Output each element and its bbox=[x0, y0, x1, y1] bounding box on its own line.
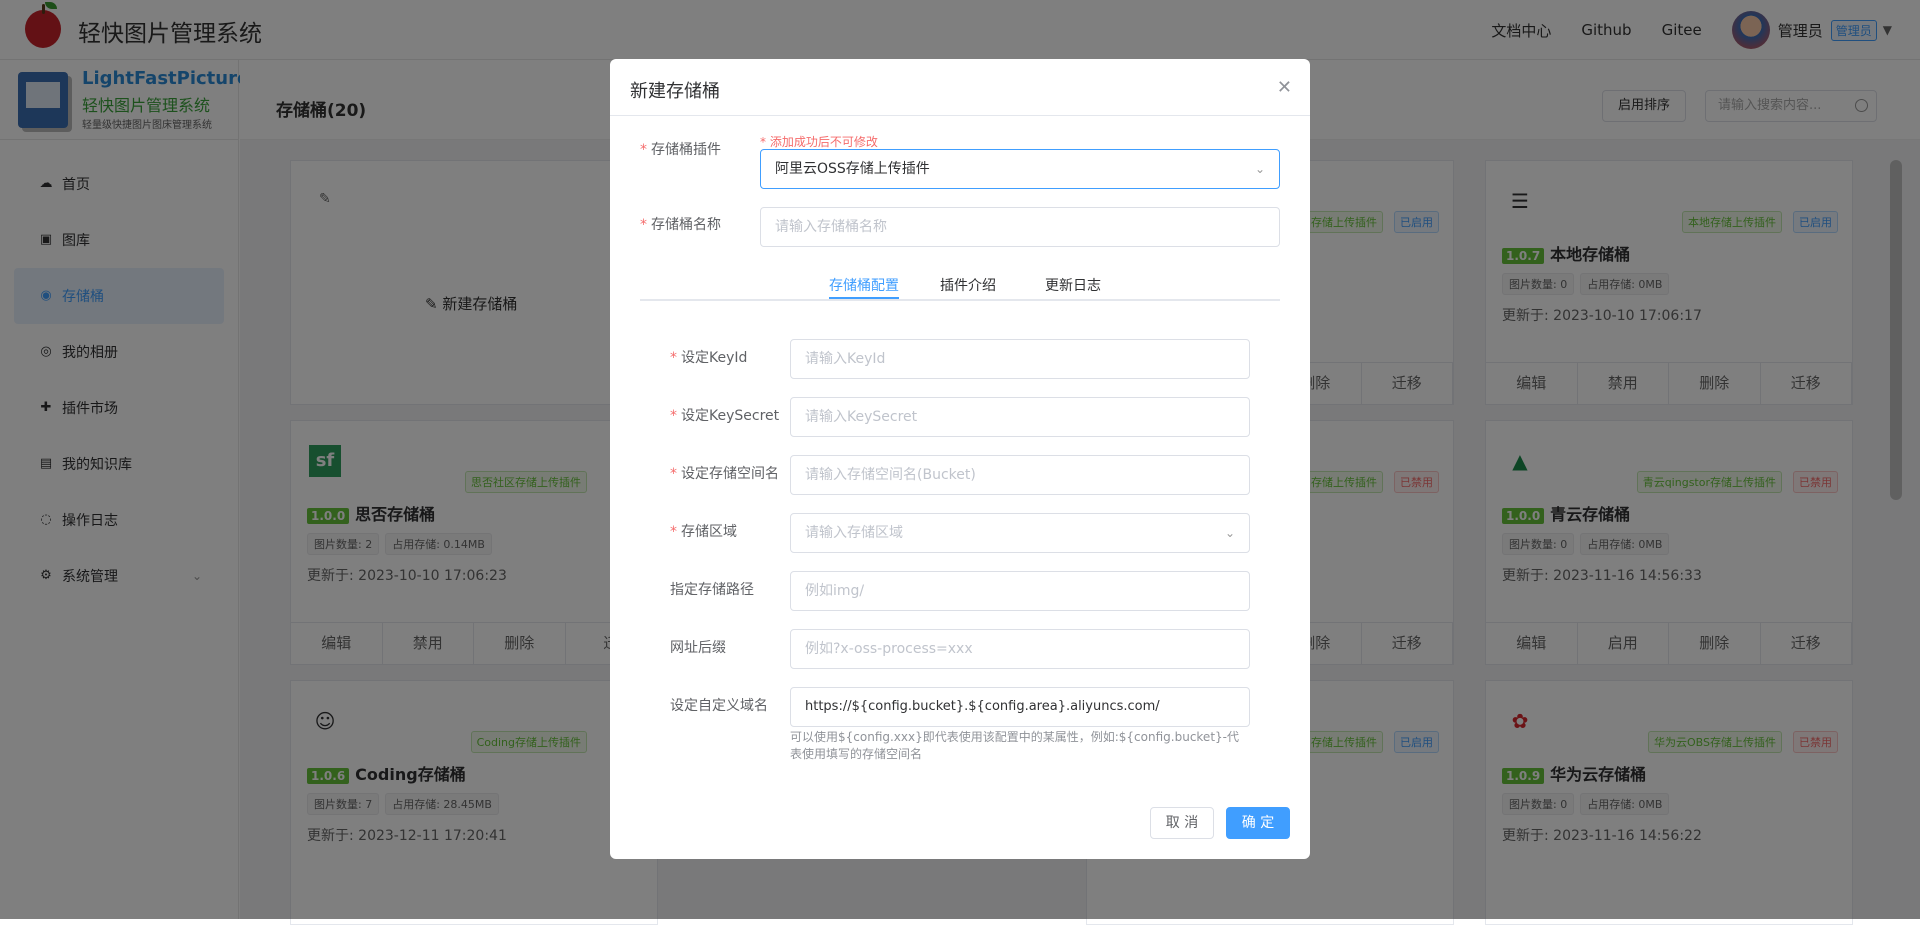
tab-changelog[interactable]: 更新日志 bbox=[1045, 275, 1101, 295]
tab-bucket-config[interactable]: 存储桶配置 bbox=[829, 275, 899, 295]
region-select[interactable]: 请输入存储区域 ⌄ bbox=[790, 513, 1250, 553]
chevron-down-icon: ⌄ bbox=[1224, 526, 1235, 540]
region-placeholder: 请输入存储区域 bbox=[805, 525, 903, 541]
bucket-name-input[interactable]: 请输入存储桶名称 bbox=[760, 207, 1280, 247]
field-label-text: 设定KeySecret bbox=[681, 408, 780, 424]
plugin-label: * 存储桶插件 bbox=[640, 142, 721, 158]
field-label: * 设定KeySecret bbox=[670, 408, 780, 424]
field-label: 指定存储路径 bbox=[670, 582, 754, 598]
name-label: * 存储桶名称 bbox=[640, 217, 721, 233]
tab-active-bar bbox=[829, 297, 899, 299]
dialog-title: 新建存储桶 bbox=[630, 81, 720, 102]
bucket-space-input[interactable]: 请输入存储空间名(Bucket) bbox=[790, 455, 1250, 495]
field-label: * 存储区域 bbox=[670, 524, 737, 540]
plugin-select[interactable]: 阿里云OSS存储上传插件 ⌄ bbox=[760, 149, 1280, 189]
field-label: 设定自定义域名 bbox=[670, 698, 768, 714]
field-label-text: 存储区域 bbox=[681, 524, 737, 540]
field-label-text: 设定KeyId bbox=[681, 350, 748, 366]
close-icon[interactable]: ✕ bbox=[1277, 77, 1292, 98]
url-suffix-input[interactable]: 例如?x-oss-process=xxx bbox=[790, 629, 1250, 669]
confirm-button[interactable]: 确 定 bbox=[1226, 807, 1290, 839]
plugin-error-message: * 添加成功后不可修改 bbox=[760, 135, 878, 149]
chevron-down-icon: ⌄ bbox=[1254, 162, 1265, 176]
custom-domain-input[interactable]: https://${config.bucket}.${config.area}.… bbox=[790, 687, 1250, 727]
cancel-button[interactable]: 取 消 bbox=[1150, 807, 1214, 839]
custom-domain-hint: 可以使用${config.xxx}即代表使用该配置中的某属性，例如:${conf… bbox=[790, 730, 1239, 761]
tab-plugin-intro[interactable]: 插件介绍 bbox=[940, 275, 996, 295]
keysecret-input[interactable]: 请输入KeySecret bbox=[790, 397, 1250, 437]
divider bbox=[610, 115, 1310, 116]
dialog-tabs: 存储桶配置 插件介绍 更新日志 bbox=[640, 269, 1280, 301]
field-label-text: 设定存储空间名 bbox=[681, 466, 779, 482]
plugin-label-text: 存储桶插件 bbox=[651, 142, 721, 158]
field-label: * 设定存储空间名 bbox=[670, 466, 779, 482]
field-label: 网址后缀 bbox=[670, 640, 726, 656]
name-label-text: 存储桶名称 bbox=[651, 217, 721, 233]
new-bucket-dialog: 新建存储桶 ✕ * 添加成功后不可修改 * 存储桶插件 阿里云OSS存储上传插件 ⌄… bbox=[610, 59, 1310, 859]
plugin-select-value: 阿里云OSS存储上传插件 bbox=[775, 161, 930, 177]
field-label: * 设定KeyId bbox=[670, 350, 748, 366]
keyid-input[interactable]: 请输入KeyId bbox=[790, 339, 1250, 379]
storage-path-input[interactable]: 例如img/ bbox=[790, 571, 1250, 611]
